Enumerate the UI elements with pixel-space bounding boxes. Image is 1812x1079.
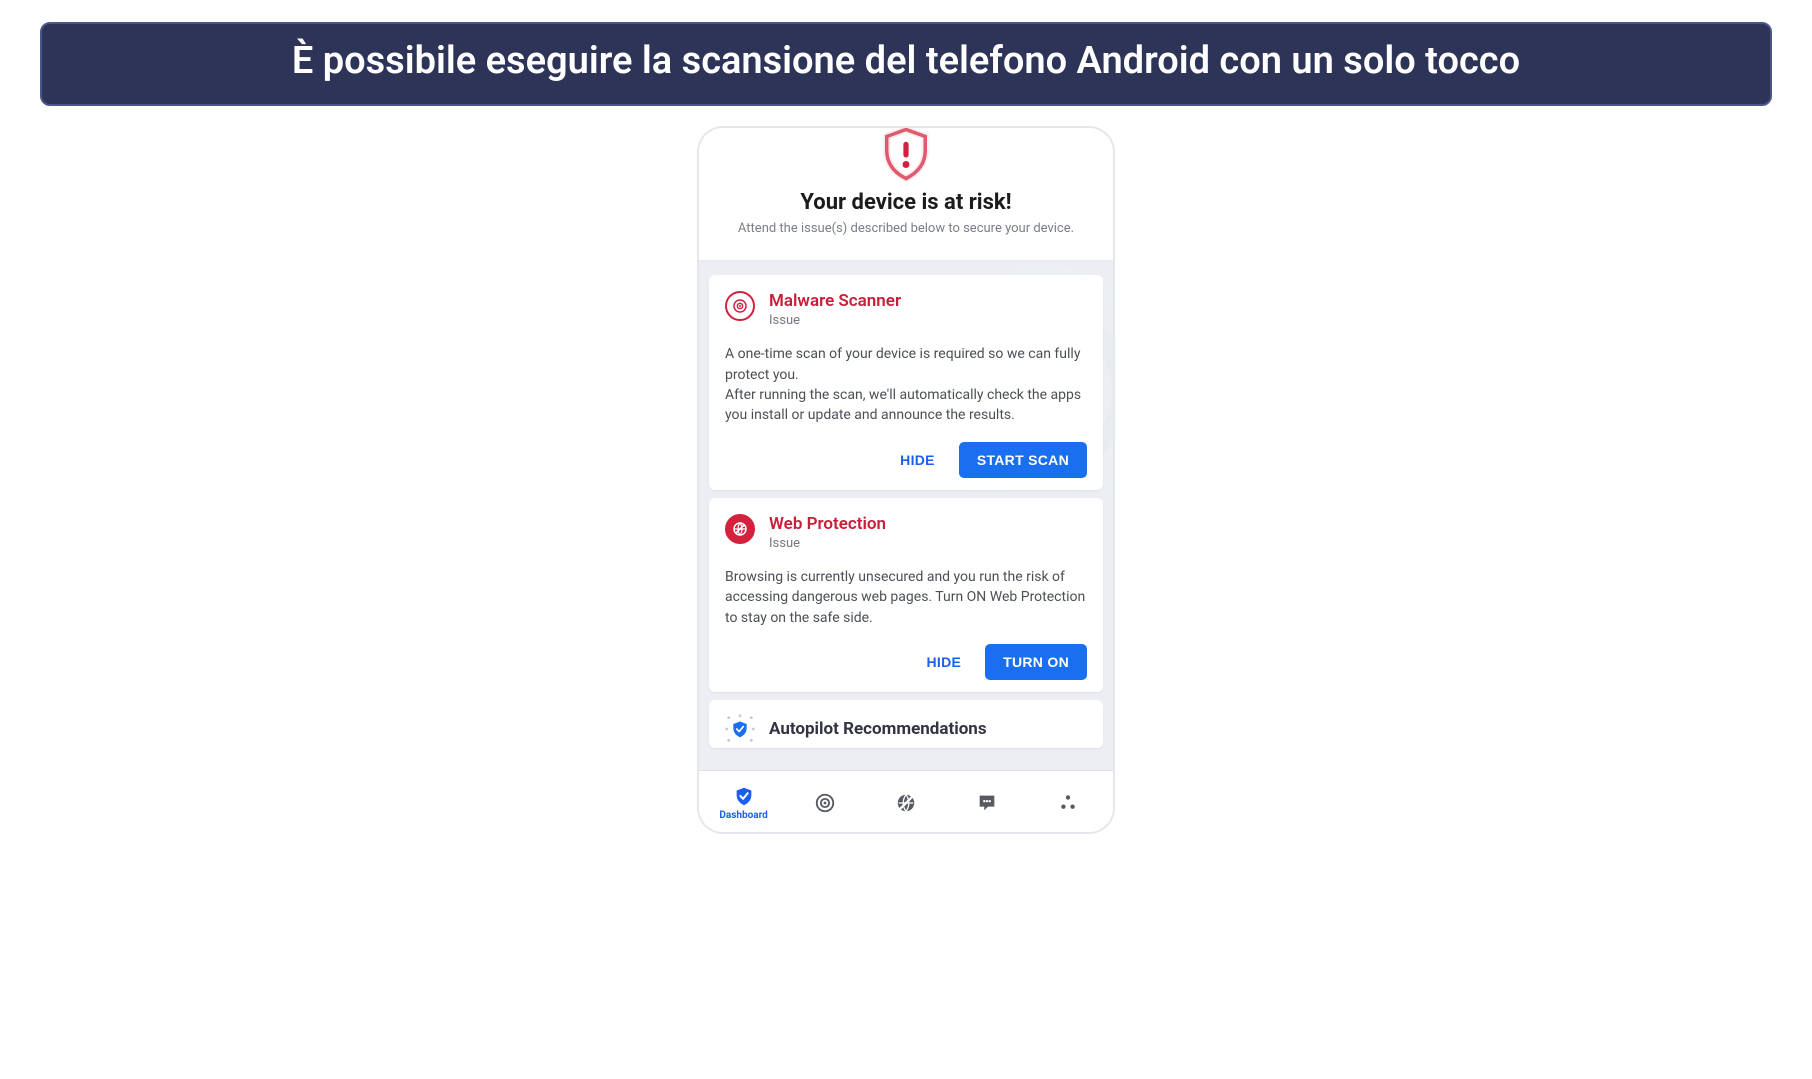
- risk-title: Your device is at risk!: [715, 190, 1097, 215]
- phone-screen: Your device is at risk! Attend the issue…: [699, 128, 1113, 832]
- card-body-line2: After running the scan, we'll automatica…: [725, 387, 1081, 423]
- nav-more[interactable]: [1028, 791, 1109, 815]
- card-body-line1: A one-time scan of your device is requir…: [725, 346, 1080, 382]
- malware-scanner-icon: [725, 291, 755, 321]
- card-actions: HIDE TURN ON: [725, 644, 1087, 680]
- card-header: Malware Scanner Issue: [725, 291, 1087, 328]
- card-subtitle: Issue: [769, 313, 901, 328]
- globe-blocked-icon: [894, 791, 918, 815]
- caption-banner: È possibile eseguire la scansione del te…: [40, 22, 1772, 106]
- web-protection-icon: [725, 514, 755, 544]
- cards-area: Malware Scanner Issue A one-time scan of…: [699, 261, 1113, 770]
- autopilot-icon: [725, 714, 755, 744]
- turn-on-button[interactable]: TURN ON: [985, 644, 1087, 680]
- dashboard-shield-icon: [732, 784, 756, 808]
- card-title: Web Protection: [769, 514, 886, 534]
- card-web-protection: Web Protection Issue Browsing is current…: [709, 498, 1103, 692]
- hide-button[interactable]: HIDE: [900, 452, 935, 468]
- card-header: Web Protection Issue: [725, 514, 1087, 551]
- risk-header: Your device is at risk! Attend the issue…: [699, 128, 1113, 261]
- scanner-target-icon: [813, 791, 837, 815]
- caption-text: È possibile eseguire la scansione del te…: [292, 39, 1520, 83]
- card-body: Browsing is currently unsecured and you …: [725, 567, 1087, 628]
- nav-scanner[interactable]: [784, 791, 865, 815]
- nav-dashboard-label: Dashboard: [719, 810, 767, 821]
- nav-scam-alert[interactable]: [947, 791, 1028, 815]
- risk-subtitle: Attend the issue(s) described below to s…: [715, 221, 1097, 236]
- card-body: A one-time scan of your device is requir…: [725, 344, 1087, 425]
- chat-alert-icon: [975, 791, 999, 815]
- start-scan-button[interactable]: START SCAN: [959, 442, 1087, 478]
- autopilot-title: Autopilot Recommendations: [769, 719, 987, 739]
- card-body-line1: Browsing is currently unsecured and you …: [725, 569, 1085, 626]
- hide-button[interactable]: HIDE: [926, 654, 961, 670]
- more-dots-icon: [1056, 791, 1080, 815]
- nav-web-protection[interactable]: [865, 791, 946, 815]
- shield-icon: [715, 128, 1097, 182]
- card-malware-scanner: Malware Scanner Issue A one-time scan of…: [709, 275, 1103, 490]
- card-actions: HIDE START SCAN: [725, 442, 1087, 478]
- card-subtitle: Issue: [769, 536, 886, 551]
- card-title: Malware Scanner: [769, 291, 901, 311]
- nav-dashboard[interactable]: Dashboard: [703, 784, 784, 821]
- phone-frame: Your device is at risk! Attend the issue…: [699, 128, 1113, 832]
- bottom-nav: Dashboard: [699, 770, 1113, 832]
- card-autopilot: Autopilot Recommendations: [709, 700, 1103, 748]
